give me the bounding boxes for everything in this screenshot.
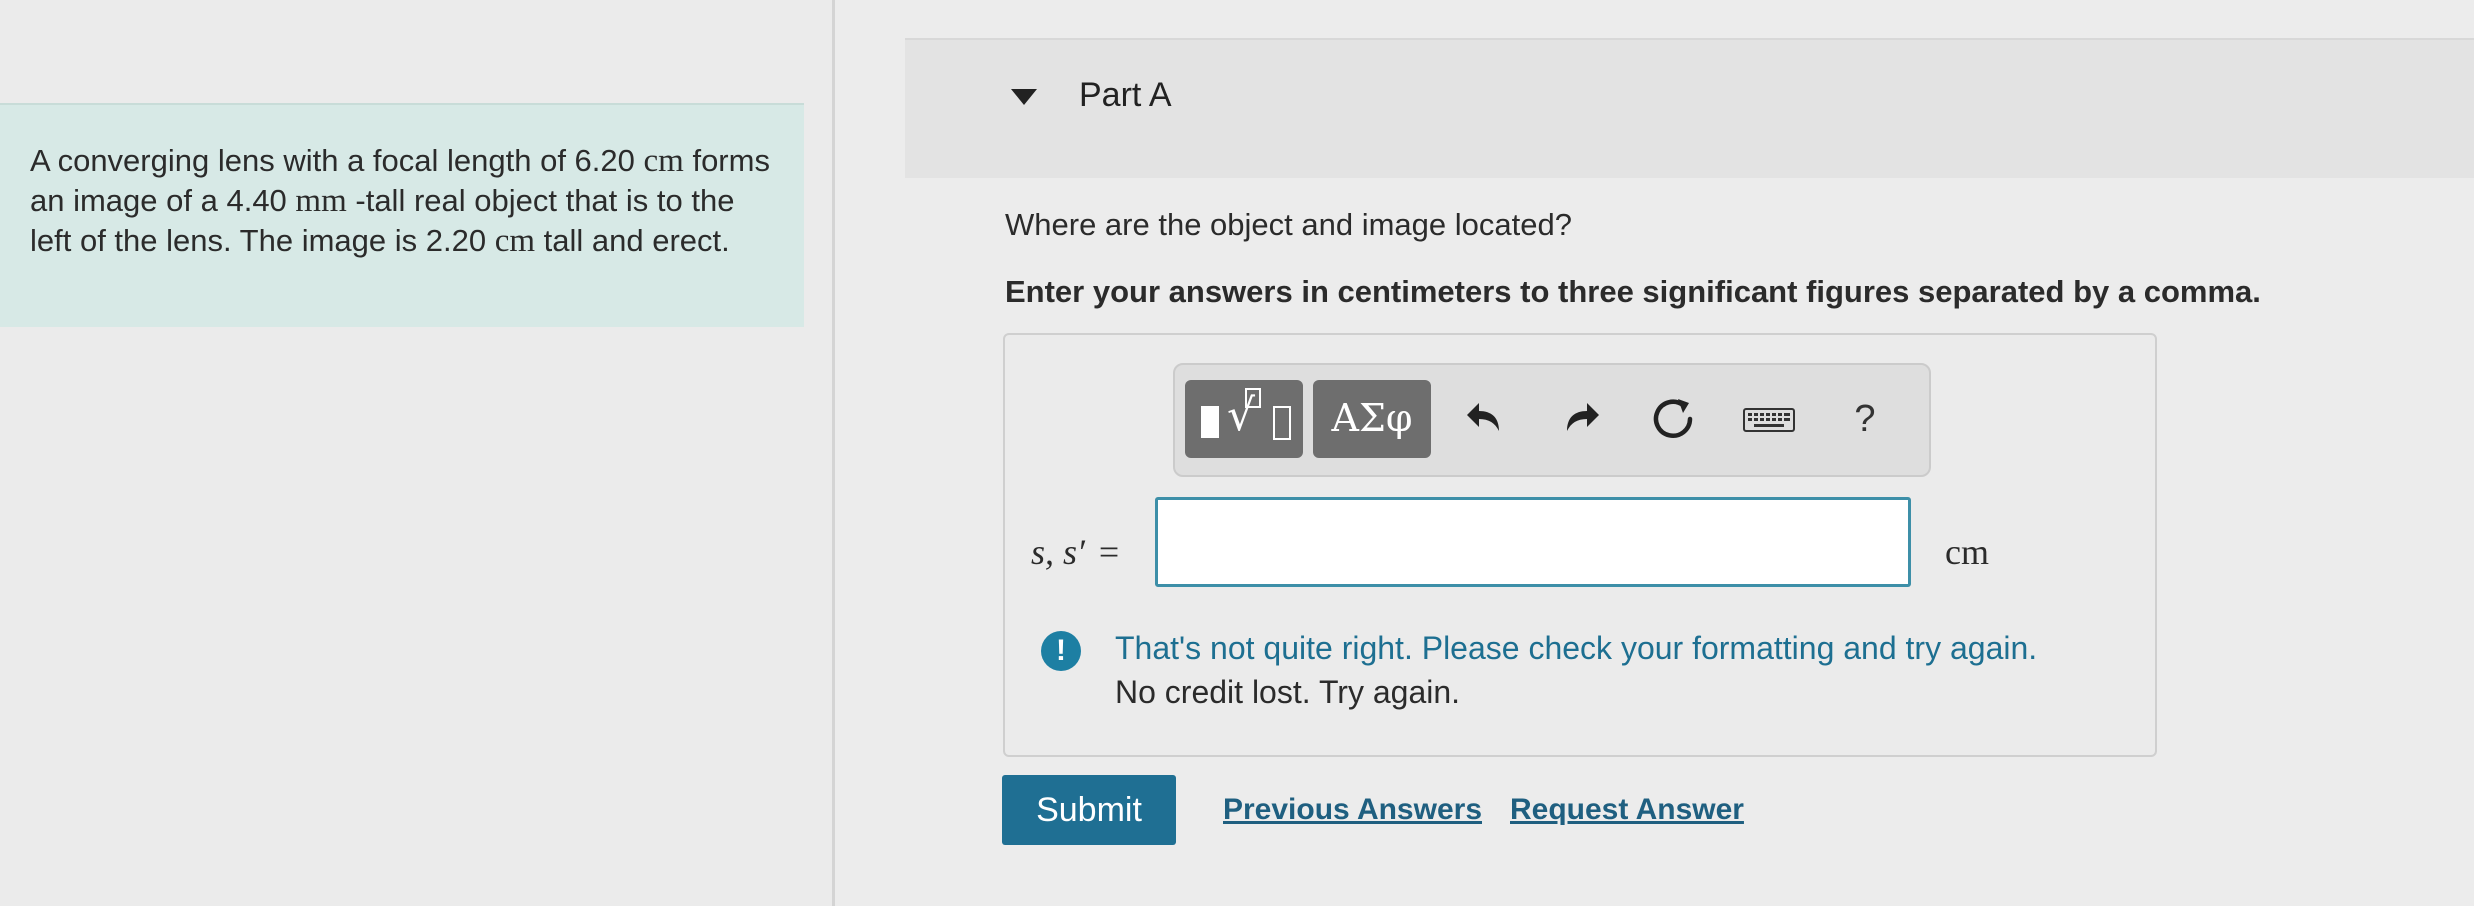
submit-button[interactable]: Submit: [1002, 775, 1176, 845]
problem-text-segment: tall and erect.: [535, 223, 730, 258]
greek-letters-label: ΑΣφ: [1331, 396, 1413, 440]
keyboard-icon[interactable]: [1741, 391, 1797, 447]
help-label: ?: [1854, 398, 1876, 440]
question-pane: Part A Where are the object and image lo…: [835, 0, 2474, 906]
part-header[interactable]: Part A: [905, 38, 2474, 178]
reset-icon[interactable]: [1645, 391, 1701, 447]
greek-letters-icon[interactable]: ΑΣφ: [1313, 380, 1431, 458]
math-toolbar: √ ΑΣφ ?: [1173, 363, 1931, 477]
feedback-message: That's not quite right. Please check you…: [1115, 630, 2038, 666]
warning-icon: !: [1041, 631, 1081, 671]
problem-unit: cm: [643, 143, 684, 179]
previous-answers-link[interactable]: Previous Answers: [1223, 793, 1482, 827]
problem-unit: mm: [295, 183, 347, 219]
answer-input[interactable]: [1155, 497, 1911, 587]
variable-label: s, s′ =: [1031, 531, 1119, 573]
problem-statement: A converging lens with a focal length of…: [30, 141, 770, 261]
request-answer-link[interactable]: Request Answer: [1510, 793, 1744, 827]
answer-box: √ ΑΣφ ? s, s′ = cm ! That's not quite ri…: [1003, 333, 2157, 757]
templates-icon[interactable]: √: [1185, 380, 1303, 458]
collapse-caret-icon[interactable]: [1011, 89, 1037, 105]
question-text: Where are the object and image located?: [1005, 207, 1572, 242]
feedback-sub-message: No credit lost. Try again.: [1115, 674, 1461, 710]
equals-sign: =: [1098, 532, 1120, 572]
answer-unit: cm: [1945, 532, 1989, 572]
variable-symbols: s, s′: [1031, 532, 1085, 572]
help-icon[interactable]: ?: [1837, 391, 1893, 447]
problem-text-segment: A converging lens with a focal length of…: [30, 143, 644, 178]
undo-icon[interactable]: [1459, 391, 1515, 447]
part-title: Part A: [1079, 76, 1172, 114]
problem-unit: cm: [494, 223, 536, 259]
redo-icon[interactable]: [1551, 391, 1607, 447]
problem-pane: A converging lens with a focal length of…: [0, 0, 835, 906]
instructions-text: Enter your answers in centimeters to thr…: [1005, 274, 2261, 309]
problem-statement-box: A converging lens with a focal length of…: [0, 103, 804, 327]
